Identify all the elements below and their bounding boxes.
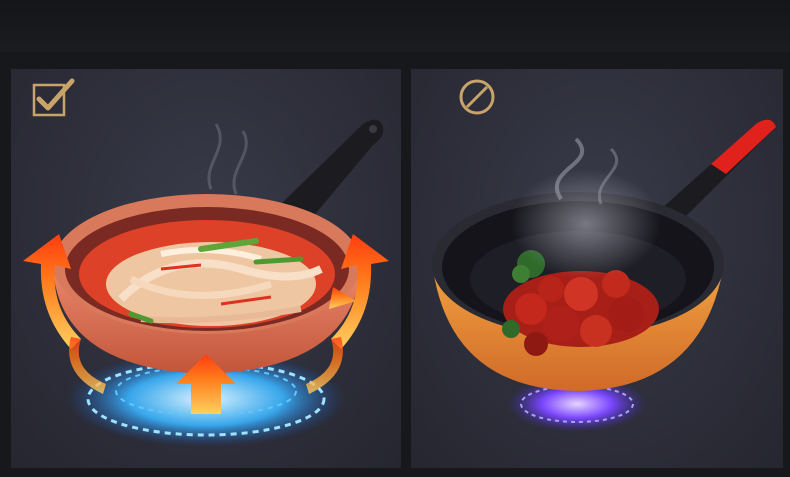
wok-scene	[432, 119, 776, 432]
steam	[511, 137, 661, 279]
top-band	[0, 0, 790, 52]
steam	[207, 123, 248, 195]
right-panel	[411, 69, 783, 468]
prohibited-circle-icon	[459, 79, 495, 115]
left-panel	[11, 69, 401, 468]
pan-scene	[23, 119, 389, 447]
checkmark-box-icon	[32, 78, 75, 117]
